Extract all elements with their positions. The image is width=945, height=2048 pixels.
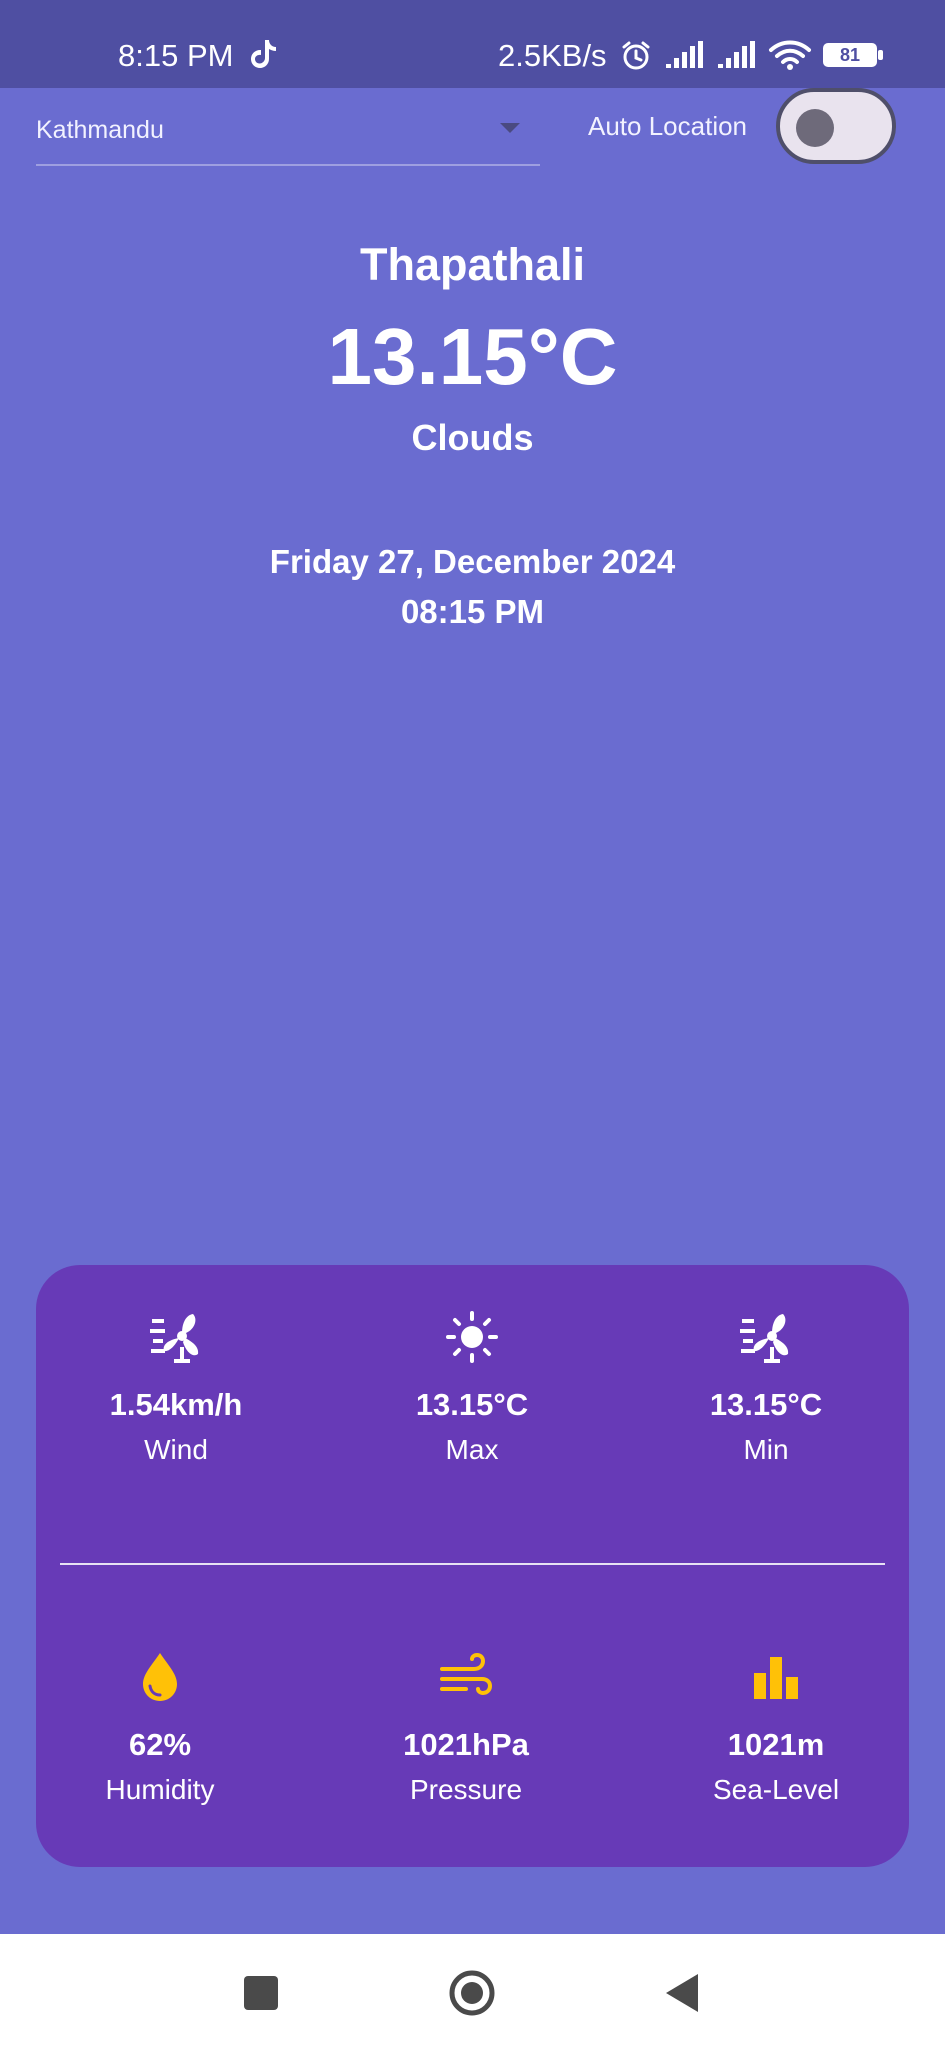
status-bar: 8:15 PM 2.5KB/s 81 (0, 0, 945, 88)
stat-wind: 1.54km/h Wind (66, 1309, 286, 1469)
signal-icon (666, 41, 703, 68)
battery-level: 81 (839, 45, 861, 65)
home-icon[interactable] (445, 1966, 499, 2020)
current-time: 08:15 PM (400, 593, 545, 630)
auto-location-label: Auto Location (588, 111, 748, 141)
bar-chart-icon (754, 1657, 798, 1699)
navigation-bar (0, 1934, 945, 2048)
weather-condition: Clouds (411, 417, 534, 458)
alarm-icon (622, 41, 650, 70)
signal-icon (718, 41, 755, 68)
wifi-icon (769, 40, 811, 70)
card-divider (60, 1563, 885, 1565)
sea-level-label: Sea-Level (712, 1774, 840, 1805)
back-icon[interactable] (656, 1966, 710, 2020)
max-temp-value: 13.15°C (415, 1387, 529, 1422)
wind-fan-icon (740, 1314, 789, 1363)
air-icon (440, 1652, 493, 1696)
place-name: Thapathali (359, 239, 586, 290)
min-temp-label: Min (743, 1434, 789, 1465)
wind-fan-icon (150, 1314, 199, 1363)
water-drop-icon (143, 1653, 177, 1701)
current-date: Friday 27, December 2024 (269, 543, 676, 580)
wind-value: 1.54km/h (109, 1387, 243, 1422)
stat-pressure: 1021hPa Pressure (356, 1649, 576, 1809)
recent-apps-icon[interactable] (234, 1966, 288, 2020)
humidity-label: Humidity (105, 1774, 215, 1805)
sun-icon (446, 1311, 498, 1363)
wind-label: Wind (144, 1434, 208, 1465)
weather-stats-card: 1.54km/h Wind 13.15°C Max 13.15°C Min 62… (36, 1265, 909, 1867)
pressure-value: 1021hPa (403, 1727, 529, 1762)
pressure-label: Pressure (409, 1774, 523, 1805)
stat-sea-level: 1021m Sea-Level (666, 1649, 886, 1809)
min-temp-value: 13.15°C (709, 1387, 823, 1422)
toggle-knob (796, 109, 834, 147)
stat-humidity: 62% Humidity (50, 1649, 270, 1809)
max-temp-label: Max (445, 1434, 499, 1465)
dropdown-arrow-icon (500, 123, 520, 133)
network-speed: 2.5KB/s (498, 38, 607, 73)
location-value: Kathmandu (36, 116, 164, 144)
tiktok-icon (251, 40, 276, 68)
status-time: 8:15 PM (118, 38, 234, 73)
stat-max: 13.15°C Max (362, 1309, 582, 1469)
current-temperature: 13.15°C (327, 312, 618, 401)
auto-location-toggle[interactable] (776, 88, 896, 164)
humidity-value: 62% (128, 1727, 192, 1762)
sea-level-value: 1021m (727, 1727, 825, 1762)
stat-min: 13.15°C Min (656, 1309, 876, 1469)
location-dropdown[interactable]: Kathmandu (36, 104, 540, 166)
